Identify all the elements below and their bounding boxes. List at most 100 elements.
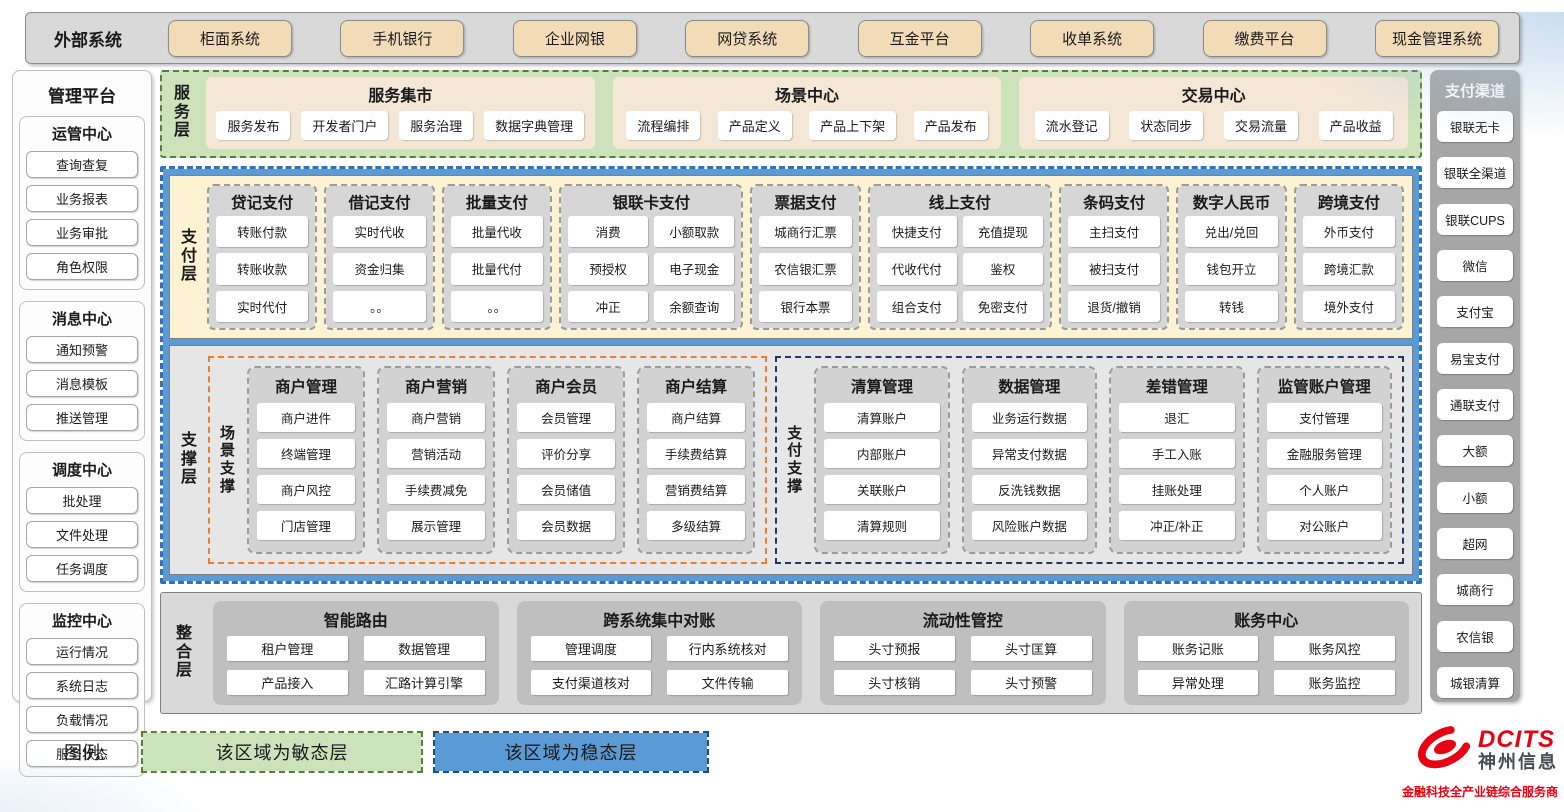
sidebar-chip: 角色权限 (26, 253, 138, 280)
payment-support-columns: 清算管理清算账户内部账户关联账户清算规则数据管理业务运行数据异常支付数据反洗钱数… (814, 366, 1392, 554)
scene-support-columns: 商户管理商户进件终端管理商户风控门店管理商户营销商户营销营销活动手续费减免展示管… (247, 366, 755, 554)
payment-chip: 。。 (451, 291, 543, 322)
payment-chip: 转账付款 (216, 216, 308, 247)
service-chip: 开发者门户 (301, 111, 388, 140)
payment-chip: 批量代收 (451, 216, 543, 247)
support-column-title: 清算管理 (824, 375, 939, 397)
payment-chip: 资金归集 (333, 253, 425, 284)
payment-chip: 主扫支付 (1068, 216, 1160, 247)
channel-chip: 超网 (1437, 528, 1513, 559)
support-column-title: 商户营销 (387, 375, 485, 397)
legend-stable-box: 该区域为稳态层 (433, 731, 709, 773)
payment-channels-sidebar: 支付渠道 银联无卡银联全渠道银联CUPS微信支付宝易宝支付通联支付大额小额超网城… (1430, 70, 1520, 702)
support-chip: 会员管理 (517, 403, 615, 432)
payment-chip: 预授权 (568, 253, 648, 284)
service-chip: 服务发布 (216, 111, 290, 140)
support-chip: 手工入账 (1119, 439, 1234, 468)
support-column: 监管账户管理支付管理金融服务管理个人账户对公账户 (1257, 366, 1392, 554)
payment-chip: 农信银汇票 (759, 253, 851, 284)
channel-chip: 城银清算 (1437, 667, 1513, 698)
sidebar-group-title: 消息中心 (24, 308, 140, 329)
integration-chip: 支付渠道核对 (531, 670, 652, 695)
channel-chip: 银联无卡 (1437, 111, 1513, 142)
payment-column: 批量支付批量代收批量代付。。 (442, 184, 552, 330)
integration-panel: 账务中心账务记账账务风控异常处理账务监控 (1124, 601, 1410, 705)
payment-chip: 。。 (333, 291, 425, 322)
payment-layer: 支 付 层 贷记支付转账付款转账收款实时代付借记支付实时代收资金归集。。批量支付… (169, 175, 1413, 339)
scene-support-area: 场 景 支 撑 商户管理商户进件终端管理商户风控门店管理商户营销商户营销营销活动… (208, 356, 767, 564)
integration-chip: 汇路计算引擎 (364, 670, 485, 695)
sidebar-chip: 业务报表 (26, 185, 138, 212)
service-chip: 产品收益 (1319, 111, 1393, 140)
support-chip: 对公账户 (1267, 511, 1382, 540)
integration-chip: 账务监控 (1274, 670, 1395, 695)
payment-column: 借记支付实时代收资金归集。。 (324, 184, 434, 330)
sidebar-chip: 通知预警 (26, 336, 138, 363)
support-chip: 展示管理 (387, 511, 485, 540)
payment-support-area: 支 付 支 撑 清算管理清算账户内部账户关联账户清算规则数据管理业务运行数据异常… (775, 356, 1404, 564)
integration-chip: 产品接入 (227, 670, 348, 695)
support-chip: 冲正/补正 (1119, 511, 1234, 540)
payment-chip: 消费 (568, 216, 648, 247)
integration-panels: 智能路由租户管理数据管理产品接入汇路计算引擎跨系统集中对账管理调度行内系统核对支… (213, 601, 1409, 705)
main-area: 服 务 层 服务集市服务发布开发者门户服务治理数据字典管理场景中心流程编排产品定… (160, 70, 1422, 702)
integration-chip: 行内系统核对 (667, 636, 788, 661)
payment-chip: 余额查询 (654, 291, 734, 322)
payment-chip: 转钱 (1185, 291, 1277, 322)
payment-column-title: 银联卡支付 (568, 191, 734, 213)
payment-column-title: 数字人民币 (1185, 191, 1277, 213)
integration-chip: 账务风控 (1274, 636, 1395, 661)
sidebar-group-title: 运管中心 (24, 123, 140, 144)
support-column: 清算管理清算账户内部账户关联账户清算规则 (814, 366, 949, 554)
external-system-chip: 网贷系统 (685, 20, 809, 57)
scene-support-label: 场 景 支 撑 (220, 425, 235, 496)
sidebar-chip: 负载情况 (26, 706, 138, 733)
channel-chip: 大额 (1437, 435, 1513, 466)
support-column-title: 商户管理 (257, 375, 355, 397)
payment-chip: 小额取款 (654, 216, 734, 247)
support-chip: 商户风控 (257, 475, 355, 504)
legend-row: 图例: 该区域为敏态层 该区域为稳态层 (64, 730, 1520, 774)
support-chip: 手续费减免 (387, 475, 485, 504)
service-chip: 交易流量 (1224, 111, 1298, 140)
payment-column-title: 跨境支付 (1303, 191, 1395, 213)
logo-tagline: 金融科技全产业链综合服务商 (1374, 783, 1558, 800)
support-chip: 商户进件 (257, 403, 355, 432)
support-chip: 会员储值 (517, 475, 615, 504)
sidebar-chip: 文件处理 (26, 521, 138, 548)
sidebar-chip: 批处理 (26, 487, 138, 514)
support-chip: 金融服务管理 (1267, 439, 1382, 468)
support-chip: 清算账户 (824, 403, 939, 432)
payment-column: 跨境支付外币支付跨境汇款境外支付 (1294, 184, 1404, 330)
support-chip: 门店管理 (257, 511, 355, 540)
external-system-chip: 现金管理系统 (1375, 20, 1499, 57)
service-chip: 状态同步 (1129, 111, 1203, 140)
support-column: 商户管理商户进件终端管理商户风控门店管理 (247, 366, 365, 554)
service-panel-title: 服务集市 (215, 82, 586, 106)
service-panel: 场景中心流程编排产品定义产品上下架产品发布 (613, 77, 1002, 149)
stable-layer-wrap: 支 付 层 贷记支付转账付款转账收款实时代付借记支付实时代收资金归集。。批量支付… (160, 166, 1422, 584)
payment-chip: 银行本票 (759, 291, 851, 322)
service-chip: 数据字典管理 (484, 111, 584, 140)
dcits-swirl-icon (1416, 720, 1474, 779)
sidebar-chip: 消息模板 (26, 370, 138, 397)
sidebar-chip: 推送管理 (26, 404, 138, 431)
channel-chip: 微信 (1437, 250, 1513, 281)
payment-chip: 鉴权 (963, 253, 1043, 284)
service-chip: 流水登记 (1035, 111, 1109, 140)
support-chip: 评价分享 (517, 439, 615, 468)
support-column: 商户结算商户结算手续费结算营销费结算多级结算 (637, 366, 755, 554)
payment-column: 银联卡支付消费小额取款预授权电子现金冲正余额查询 (559, 184, 743, 330)
support-chip: 多级结算 (647, 511, 745, 540)
integration-chip: 文件传输 (667, 670, 788, 695)
support-chip: 反洗钱数据 (972, 475, 1087, 504)
diagram-body: 管理平台 运管中心查询查复业务报表业务审批角色权限消息中心通知预警消息模板推送管… (12, 70, 1520, 702)
integration-chip: 头寸匡算 (971, 636, 1092, 661)
service-chip: 产品定义 (718, 111, 792, 140)
payment-chip: 冲正 (568, 291, 648, 322)
support-column-title: 差错管理 (1119, 375, 1234, 397)
service-chip: 产品发布 (914, 111, 988, 140)
integration-panel-title: 智能路由 (227, 607, 485, 631)
service-layer: 服 务 层 服务集市服务发布开发者门户服务治理数据字典管理场景中心流程编排产品定… (160, 70, 1422, 158)
external-system-chip: 收单系统 (1030, 20, 1154, 57)
